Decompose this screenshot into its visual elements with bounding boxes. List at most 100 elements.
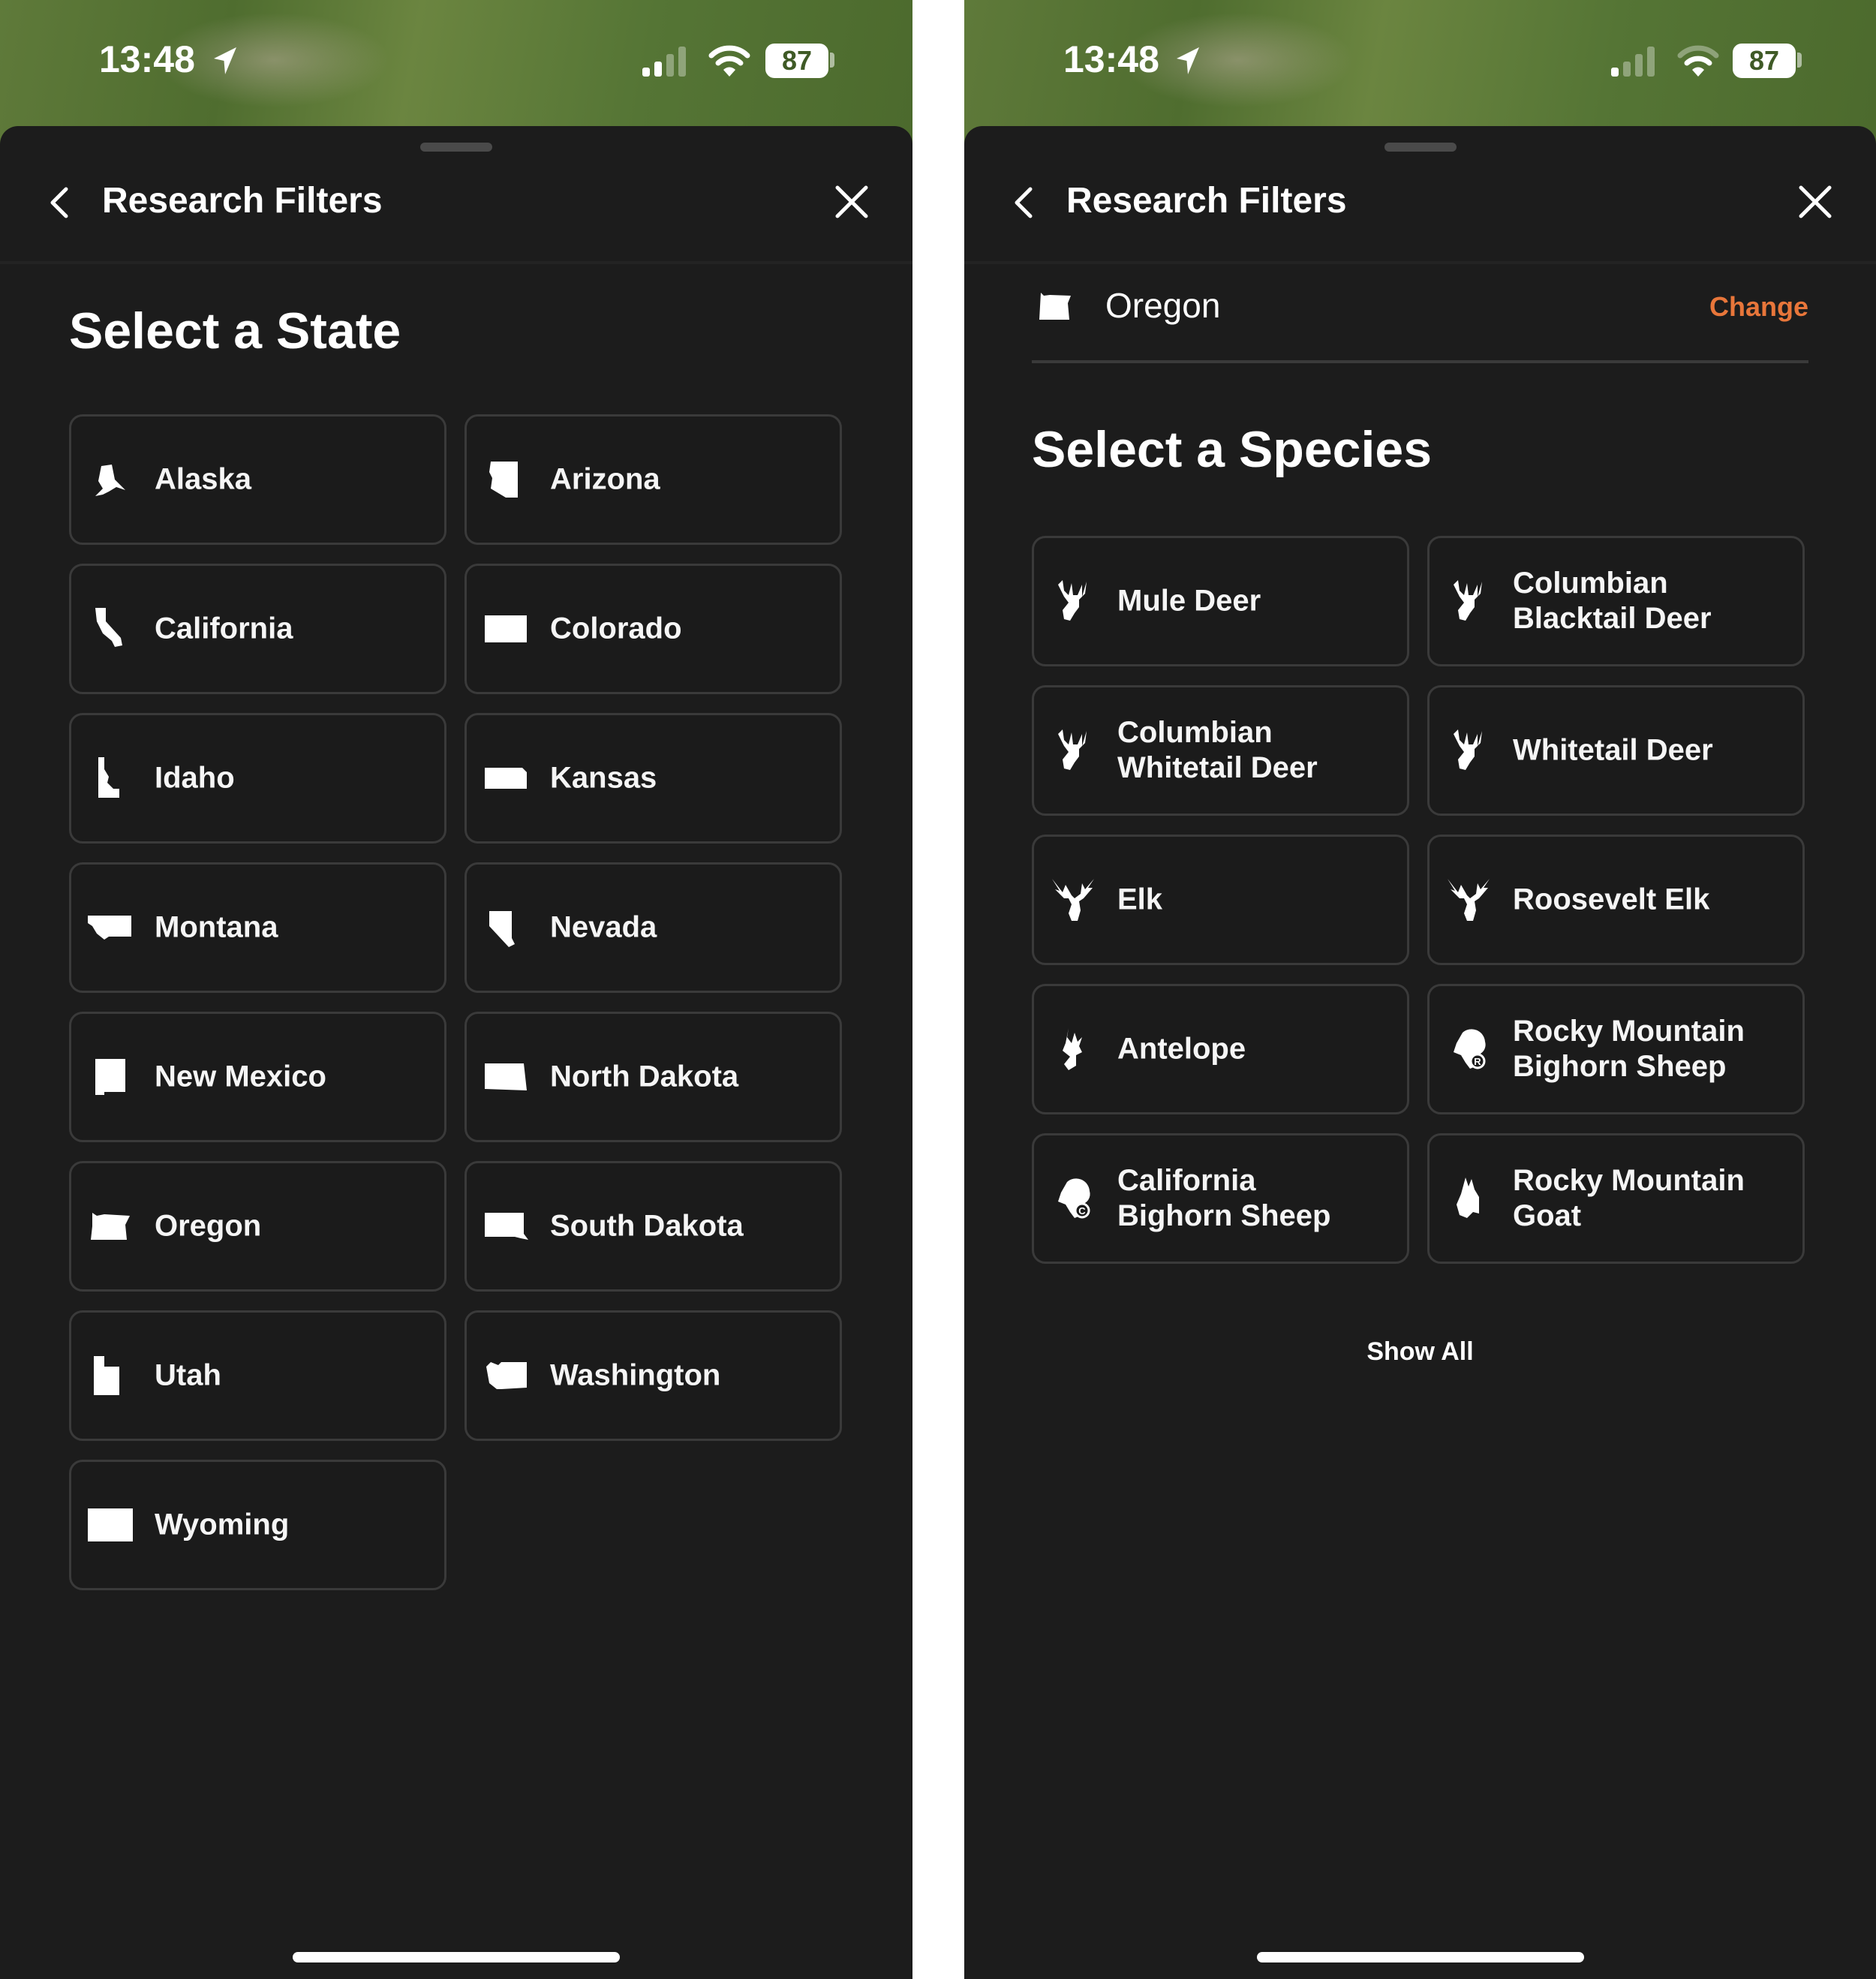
state-label: Washington xyxy=(550,1358,721,1392)
state-card-oregon[interactable]: Oregon xyxy=(69,1161,446,1292)
state-card-nevada[interactable]: Nevada xyxy=(464,862,842,993)
state-label: Wyoming xyxy=(155,1508,290,1541)
species-grid: Mule Deer Columbian Blacktail Deer Columbi… xyxy=(1032,536,1805,1264)
sheet-header: Research Filters xyxy=(0,126,912,264)
state-card-washington[interactable]: Washington xyxy=(464,1310,842,1441)
ram-head-c-icon: C xyxy=(1058,1178,1090,1219)
north-dakota-shape-icon xyxy=(485,1063,527,1090)
species-card-columbian-whitetail-deer[interactable]: Columbian Whitetail Deer xyxy=(1032,685,1409,816)
state-card-arizona[interactable]: Arizona xyxy=(464,414,842,545)
chevron-left-icon[interactable] xyxy=(1009,185,1039,221)
idaho-shape-icon xyxy=(98,757,119,798)
battery-tip xyxy=(1797,53,1802,68)
change-state-button[interactable]: Change xyxy=(1709,291,1808,323)
wifi-icon xyxy=(708,45,750,77)
chevron-left-icon[interactable] xyxy=(45,185,75,221)
cellular-signal-icon xyxy=(642,47,690,77)
new-mexico-shape-icon xyxy=(95,1059,125,1095)
montana-shape-icon xyxy=(88,916,131,940)
battery-tip xyxy=(830,53,834,68)
species-card-columbian-blacktail-deer[interactable]: Columbian Blacktail Deer xyxy=(1427,536,1805,666)
species-card-california-bighorn-sheep[interactable]: C California Bighorn Sheep xyxy=(1032,1133,1409,1264)
species-card-whitetail-deer[interactable]: Whitetail Deer xyxy=(1427,685,1805,816)
species-label: Whitetail Deer xyxy=(1513,733,1713,767)
arizona-shape-icon xyxy=(489,462,518,498)
state-label: Kansas xyxy=(550,761,657,795)
deer-head-icon xyxy=(1454,580,1482,621)
elk-head-icon xyxy=(1052,879,1094,921)
battery-icon: 87 xyxy=(1733,44,1796,78)
kansas-shape-icon xyxy=(485,768,527,789)
species-label: Mule Deer xyxy=(1117,584,1261,618)
bottom-sheet: Research Filters Select a State Alaska Ar… xyxy=(0,126,912,1979)
section-title-select-species: Select a Species xyxy=(1032,421,1433,478)
close-icon[interactable] xyxy=(1798,185,1832,219)
state-card-idaho[interactable]: Idaho xyxy=(69,713,446,844)
species-label: California Bighorn Sheep xyxy=(1117,1164,1331,1232)
status-bar: 13:48 87 xyxy=(964,0,1876,126)
bottom-sheet: Research Filters Oregon Change Select a … xyxy=(964,126,1876,1979)
california-shape-icon xyxy=(95,608,122,647)
deer-head-icon xyxy=(1058,580,1087,621)
state-card-alaska[interactable]: Alaska xyxy=(69,414,446,545)
nevada-shape-icon xyxy=(489,911,515,947)
species-card-mule-deer[interactable]: Mule Deer xyxy=(1032,536,1409,666)
state-label: Idaho xyxy=(155,761,235,795)
antelope-head-icon xyxy=(1063,1028,1082,1070)
species-label: Rocky Mountain Bighorn Sheep xyxy=(1513,1015,1745,1083)
species-card-roosevelt-elk[interactable]: Roosevelt Elk xyxy=(1427,835,1805,965)
species-card-rocky-mountain-bighorn-sheep[interactable]: R Rocky Mountain Bighorn Sheep xyxy=(1427,984,1805,1114)
state-grid: Alaska Arizona California Colorado Idaho Kans… xyxy=(69,414,842,1590)
state-label: New Mexico xyxy=(155,1060,326,1093)
species-card-elk[interactable]: Elk xyxy=(1032,835,1409,965)
state-label: Arizona xyxy=(550,462,660,496)
state-card-north-dakota[interactable]: North Dakota xyxy=(464,1012,842,1142)
state-card-new-mexico[interactable]: New Mexico xyxy=(69,1012,446,1142)
species-label: Elk xyxy=(1117,883,1163,916)
washington-shape-icon xyxy=(486,1362,527,1389)
deer-head-icon xyxy=(1454,729,1482,770)
oregon-shape-icon xyxy=(1039,293,1071,320)
section-title-select-state: Select a State xyxy=(69,302,401,359)
cellular-signal-icon xyxy=(1611,47,1659,77)
oregon-shape-icon xyxy=(91,1213,130,1240)
show-all-button[interactable]: Show All xyxy=(964,1337,1876,1367)
svg-text:C: C xyxy=(1078,1205,1086,1217)
close-icon[interactable] xyxy=(834,185,869,219)
species-card-antelope[interactable]: Antelope xyxy=(1032,984,1409,1114)
location-arrow-icon xyxy=(214,47,236,74)
species-label: Columbian Blacktail Deer xyxy=(1513,567,1712,635)
location-arrow-icon xyxy=(1177,47,1199,74)
state-card-wyoming[interactable]: Wyoming xyxy=(69,1460,446,1590)
south-dakota-shape-icon xyxy=(485,1213,528,1240)
svg-text:R: R xyxy=(1474,1056,1481,1067)
home-indicator xyxy=(1256,1952,1584,1962)
state-label: South Dakota xyxy=(550,1209,744,1243)
state-card-south-dakota[interactable]: South Dakota xyxy=(464,1161,842,1292)
state-label: Utah xyxy=(155,1358,221,1392)
state-label: California xyxy=(155,612,293,645)
elk-head-icon xyxy=(1448,879,1490,921)
species-label: Roosevelt Elk xyxy=(1513,883,1710,916)
state-label: Nevada xyxy=(550,910,657,944)
wyoming-shape-icon xyxy=(88,1508,133,1541)
state-label: Alaska xyxy=(155,462,251,496)
goat-head-icon xyxy=(1457,1177,1479,1218)
species-label: Rocky Mountain Goat xyxy=(1513,1164,1745,1232)
state-card-montana[interactable]: Montana xyxy=(69,862,446,993)
species-card-rocky-mountain-goat[interactable]: Rocky Mountain Goat xyxy=(1427,1133,1805,1264)
sheet-title: Research Filters xyxy=(1066,181,1347,221)
state-card-kansas[interactable]: Kansas xyxy=(464,713,842,844)
sheet-title: Research Filters xyxy=(102,181,383,221)
sheet-header: Research Filters xyxy=(964,126,1876,264)
selected-state-name: Oregon xyxy=(1105,286,1221,325)
state-card-utah[interactable]: Utah xyxy=(69,1310,446,1441)
deer-head-icon xyxy=(1058,729,1087,770)
colorado-shape-icon xyxy=(485,615,527,642)
utah-shape-icon xyxy=(94,1356,119,1395)
home-indicator xyxy=(293,1952,620,1962)
state-card-california[interactable]: California xyxy=(69,564,446,694)
state-card-colorado[interactable]: Colorado xyxy=(464,564,842,694)
state-label: Oregon xyxy=(155,1209,262,1243)
status-time: 13:48 xyxy=(1063,38,1159,80)
